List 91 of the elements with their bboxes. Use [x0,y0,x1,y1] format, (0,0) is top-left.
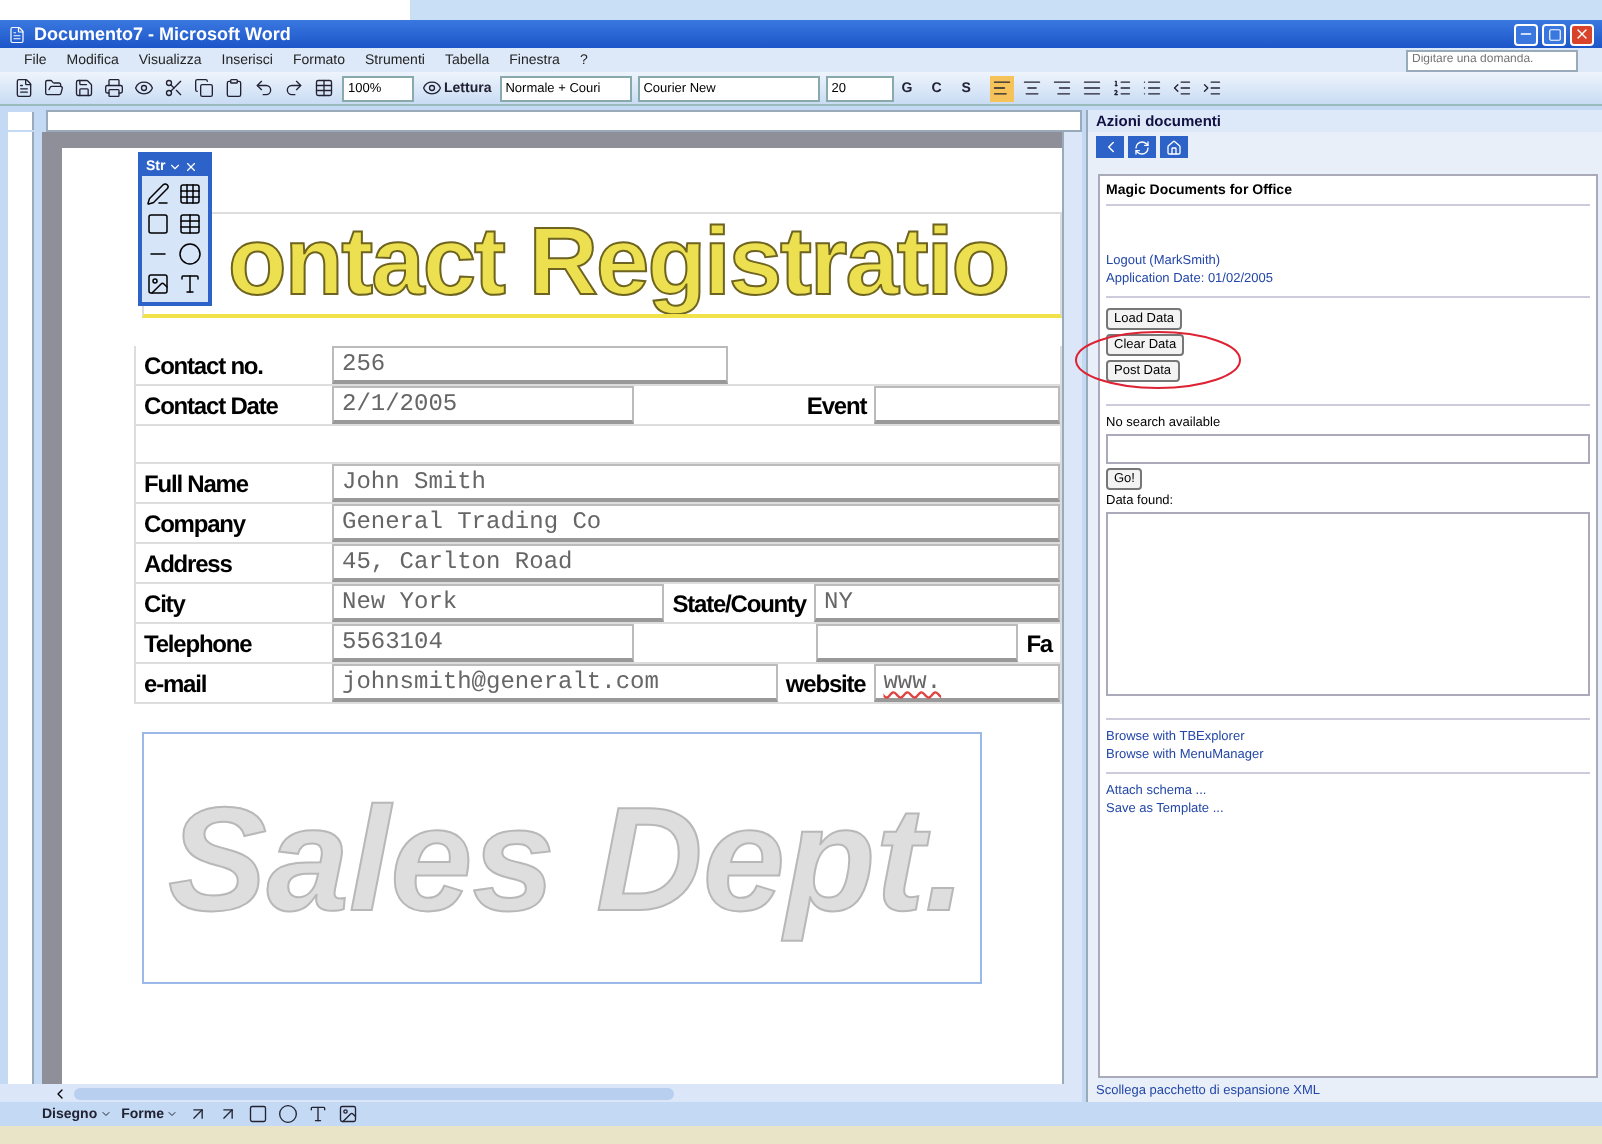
pen-icon[interactable] [146,182,170,206]
horizontal-scrollbar[interactable] [0,1084,1082,1102]
document-icon [8,25,26,43]
toolbar-button[interactable] [12,75,36,101]
save-icon [74,78,94,98]
toolbar-button[interactable] [246,1101,271,1127]
copy-icon [194,78,214,98]
toolbar-button[interactable] [989,75,1014,101]
banner-text: Sales Dept. [168,773,966,943]
form-field[interactable]: John Smith [332,464,1060,502]
caret-icon [166,1108,179,1120]
new-document-icon [14,78,34,98]
square-icon[interactable] [146,212,170,236]
search-field[interactable] [1106,434,1590,464]
close-button[interactable] [1570,23,1594,45]
letter-icon[interactable] [178,272,202,296]
form-label: Address [142,547,234,581]
refresh-button[interactable] [1128,136,1156,158]
toolbar-button[interactable] [102,75,126,101]
align-center-icon [1021,78,1042,98]
form-field[interactable]: 256 [332,346,728,384]
minimize-button[interactable] [1514,23,1538,45]
form-label: e-mail [142,667,209,701]
folder-icon [44,78,64,98]
align-right-icon [1051,78,1072,98]
back-button[interactable] [1096,136,1124,158]
toolbar-button[interactable] [336,1101,361,1127]
indent-icon [1201,78,1222,98]
form-label: State/County [670,587,809,621]
home-icon [1166,139,1182,155]
rectangle-icon [248,1104,269,1124]
form-label: City [142,587,188,621]
text-box-icon [308,1104,329,1124]
refresh-icon [1134,139,1150,155]
square-icon [1547,27,1561,41]
toolbar-button[interactable] [252,75,276,101]
circle-icon[interactable] [178,242,202,266]
form-field[interactable]: NY [814,584,1061,622]
caret-icon [167,159,182,173]
outdent-icon [1171,78,1192,98]
form-label: Fa [1024,627,1056,661]
form-label: Full Name [142,467,251,501]
form-field[interactable]: 45, Carlton Road [332,544,1060,582]
form-field[interactable] [874,386,1061,424]
toolbar-button[interactable] [222,75,246,101]
form-field[interactable]: 5563104 [332,624,635,662]
clipboard-icon [224,78,244,98]
picture-icon [338,1104,359,1124]
oval-icon [278,1104,299,1124]
form-label: website [783,667,868,701]
window-title: Documento7 - Microsoft Word [34,24,291,44]
undo-icon [254,78,274,98]
caret-icon [99,1108,112,1120]
form-label: Contact Date [142,389,280,423]
toolbar-button[interactable] [276,1101,301,1127]
table-icon [314,78,334,98]
maximize-button[interactable] [1542,23,1566,45]
scissors-icon [164,78,184,98]
form-label: Company [142,507,248,541]
form-label: Event [804,389,870,423]
toolbar-button[interactable] [306,1101,331,1127]
close-icon [1574,26,1590,42]
close-icon[interactable] [183,159,198,173]
vertical-scrollbar[interactable] [1062,132,1082,1084]
form-field[interactable]: 2/1/2005 [332,386,634,424]
grid-icon[interactable] [178,182,202,206]
form-field[interactable]: www. [873,664,1061,702]
toolbar-button[interactable] [192,75,216,101]
form-label: Contact no. [142,349,265,383]
toolbar-button[interactable] [72,75,96,101]
form-field[interactable]: General Trading Co [332,504,1060,542]
form-field[interactable]: johnsmith@generalt.com [332,664,778,702]
arrow-icon [218,1104,239,1124]
line-icon [188,1104,209,1124]
form-label: Telephone [142,627,254,661]
table-icon[interactable] [178,212,202,236]
toolbar-button[interactable] [282,75,306,101]
align-left-icon [991,78,1012,98]
justify-icon [1081,78,1102,98]
form-field[interactable]: New York [332,584,665,622]
picture-icon[interactable] [146,272,170,296]
toolbar-button[interactable] [312,75,336,101]
home-button[interactable] [1160,136,1188,158]
form-field[interactable] [816,624,1019,662]
redo-icon [284,78,304,98]
toolbar-button[interactable] [42,75,66,101]
toolbar-button[interactable] [162,75,186,101]
toolbar-button[interactable] [1109,75,1134,101]
numbered-list-icon [1111,78,1132,98]
eye-icon [134,78,154,98]
printer-icon [104,78,124,98]
